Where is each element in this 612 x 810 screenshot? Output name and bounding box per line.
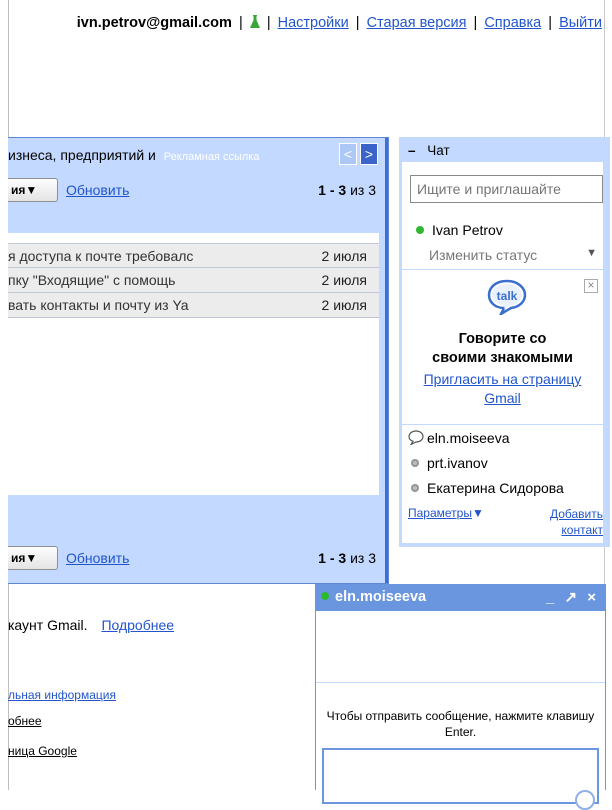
promo-line: своими знакомыми xyxy=(432,350,573,366)
top-toolbar: ия▼ Обновить 1 - 3 из 3 xyxy=(8,174,388,204)
change-status[interactable]: Изменить статус xyxy=(429,247,537,263)
message-row[interactable]: пку "Входящие" с помощь 2 июля xyxy=(8,268,379,293)
learn-more-link[interactable]: Подробнее xyxy=(101,617,174,633)
panel-edge xyxy=(385,138,388,583)
divider xyxy=(316,682,605,683)
separator: | xyxy=(238,15,243,31)
additional-info-link[interactable]: льная информация xyxy=(8,688,116,702)
chat-panel: – Чат Ivan Petrov Изменить статус ▼ talk… xyxy=(399,137,610,547)
message-count: 1 - 3 из 3 xyxy=(318,182,376,198)
contact-item[interactable]: eln.moiseeva xyxy=(408,430,510,448)
contact-item[interactable]: Екатерина Сидорова xyxy=(411,480,564,496)
chat-search-input[interactable] xyxy=(410,175,603,203)
previous-ad-button[interactable]: < xyxy=(339,143,357,165)
separator: | xyxy=(266,15,271,31)
count-range: 1 - 3 xyxy=(318,182,347,198)
account-info: каунт Gmail. Подробнее xyxy=(8,617,174,633)
divider xyxy=(402,424,603,425)
message-subject[interactable]: вать контакты и почту из Ya xyxy=(8,293,290,317)
my-status: Ivan Petrov xyxy=(416,222,503,238)
contact-name[interactable]: prt.ivanov xyxy=(427,455,488,471)
chat-window-body: Чтобы отправить сообщение, нажмите клави… xyxy=(315,611,606,810)
contact-name[interactable]: eln.moiseeva xyxy=(427,430,510,446)
google-page-link[interactable]: ница Google xyxy=(8,744,77,758)
chat-header[interactable]: – Чат xyxy=(408,143,450,158)
actions-dropdown[interactable]: ия▼ xyxy=(8,546,58,570)
offline-status-icon xyxy=(411,484,419,492)
window-controls[interactable]: _ ↗ × xyxy=(546,584,599,611)
online-status-icon xyxy=(416,226,424,234)
divider xyxy=(402,269,603,270)
status-dropdown-icon[interactable]: ▼ xyxy=(586,247,597,259)
add-contact-link[interactable]: Добавить xyxy=(550,507,603,521)
contact-item[interactable]: prt.ivanov xyxy=(411,455,488,471)
help-link[interactable]: Справка xyxy=(484,15,541,31)
add-contact[interactable]: Добавить контакт xyxy=(550,506,603,538)
google-talk-logo-icon: talk xyxy=(487,279,527,318)
chat-contact-name: eln.moiseeva xyxy=(335,589,427,605)
chat-title: Чат xyxy=(427,143,450,158)
ad-bar: изнеса, предприятий и Рекламная ссылка xyxy=(8,147,259,163)
promo-title: Говорите со своими знакомыми xyxy=(402,330,603,368)
options-link[interactable]: Параметры xyxy=(408,506,472,520)
account-text: каунт Gmail. xyxy=(8,617,88,633)
refresh-link[interactable]: Обновить xyxy=(66,182,129,198)
message-row[interactable]: я доступа к почте требовалс 2 июля xyxy=(8,243,379,268)
collapse-icon[interactable]: – xyxy=(408,143,416,158)
add-contact-link[interactable]: контакт xyxy=(561,523,603,537)
count-range: 1 - 3 xyxy=(318,550,347,566)
actions-dropdown[interactable]: ия▼ xyxy=(8,178,58,202)
separator: | xyxy=(548,15,553,31)
settings-link[interactable]: Настройки xyxy=(278,15,349,31)
invite-link[interactable]: Пригласить на страницу xyxy=(424,371,582,387)
message-date: 2 июля xyxy=(321,297,367,313)
refresh-link[interactable]: Обновить xyxy=(66,550,129,566)
invite-link-block: Пригласить на страницу Gmail xyxy=(402,370,603,408)
promo-line: Говорите со xyxy=(458,331,547,347)
message-row[interactable]: вать контакты и почту из Ya 2 июля xyxy=(8,293,379,318)
mail-list-panel: изнеса, предприятий и Рекламная ссылка <… xyxy=(8,137,389,584)
separator: | xyxy=(355,15,360,31)
svg-text:talk: talk xyxy=(497,289,518,303)
account-email: ivn.petrov@gmail.com xyxy=(76,15,232,31)
more-link[interactable]: обнее xyxy=(8,714,42,728)
message-date: 2 июля xyxy=(321,248,367,264)
message-list: я доступа к почте требовалс 2 июля пку "… xyxy=(8,243,379,318)
send-hint: Чтобы отправить сообщение, нажмите клави… xyxy=(326,709,595,739)
emoticon-icon[interactable] xyxy=(575,790,595,810)
my-name: Ivan Petrov xyxy=(432,222,503,238)
offline-status-icon xyxy=(411,459,419,467)
chat-body: Ivan Petrov Изменить статус ▼ talk × Гов… xyxy=(402,162,603,543)
message-subject[interactable]: пку "Входящие" с помощь xyxy=(8,268,290,292)
logout-link[interactable]: Выйти xyxy=(559,15,602,31)
count-total: из 3 xyxy=(350,550,376,566)
message-date: 2 июля xyxy=(321,272,367,288)
message-subject[interactable]: я доступа к почте требовалс xyxy=(8,244,290,267)
separator: | xyxy=(473,15,478,31)
old-version-link[interactable]: Старая версия xyxy=(367,15,467,31)
chat-message-input[interactable] xyxy=(322,748,599,810)
ad-text[interactable]: изнеса, предприятий и xyxy=(8,147,156,163)
count-total: из 3 xyxy=(350,182,376,198)
chat-options[interactable]: Параметры▼ xyxy=(408,506,484,520)
labs-flask-icon[interactable] xyxy=(249,15,260,33)
chat-bubble-icon xyxy=(408,430,424,448)
message-count: 1 - 3 из 3 xyxy=(318,550,376,566)
next-ad-button[interactable]: > xyxy=(360,143,378,165)
invite-link[interactable]: Gmail xyxy=(484,390,521,406)
bottom-toolbar: ия▼ Обновить 1 - 3 из 3 xyxy=(8,542,388,572)
chat-window: eln.moiseeva _ ↗ × Чтобы отправить сообщ… xyxy=(315,584,606,810)
online-status-icon xyxy=(321,592,329,600)
top-account-bar: ivn.petrov@gmail.com | | Настройки | Ста… xyxy=(77,15,602,33)
close-promo-icon[interactable]: × xyxy=(584,279,598,293)
chat-window-header[interactable]: eln.moiseeva _ ↗ × xyxy=(315,584,606,611)
ad-label[interactable]: Рекламная ссылка xyxy=(164,151,260,163)
contact-name[interactable]: Екатерина Сидорова xyxy=(427,480,564,496)
options-arrow-icon[interactable]: ▼ xyxy=(472,506,484,520)
